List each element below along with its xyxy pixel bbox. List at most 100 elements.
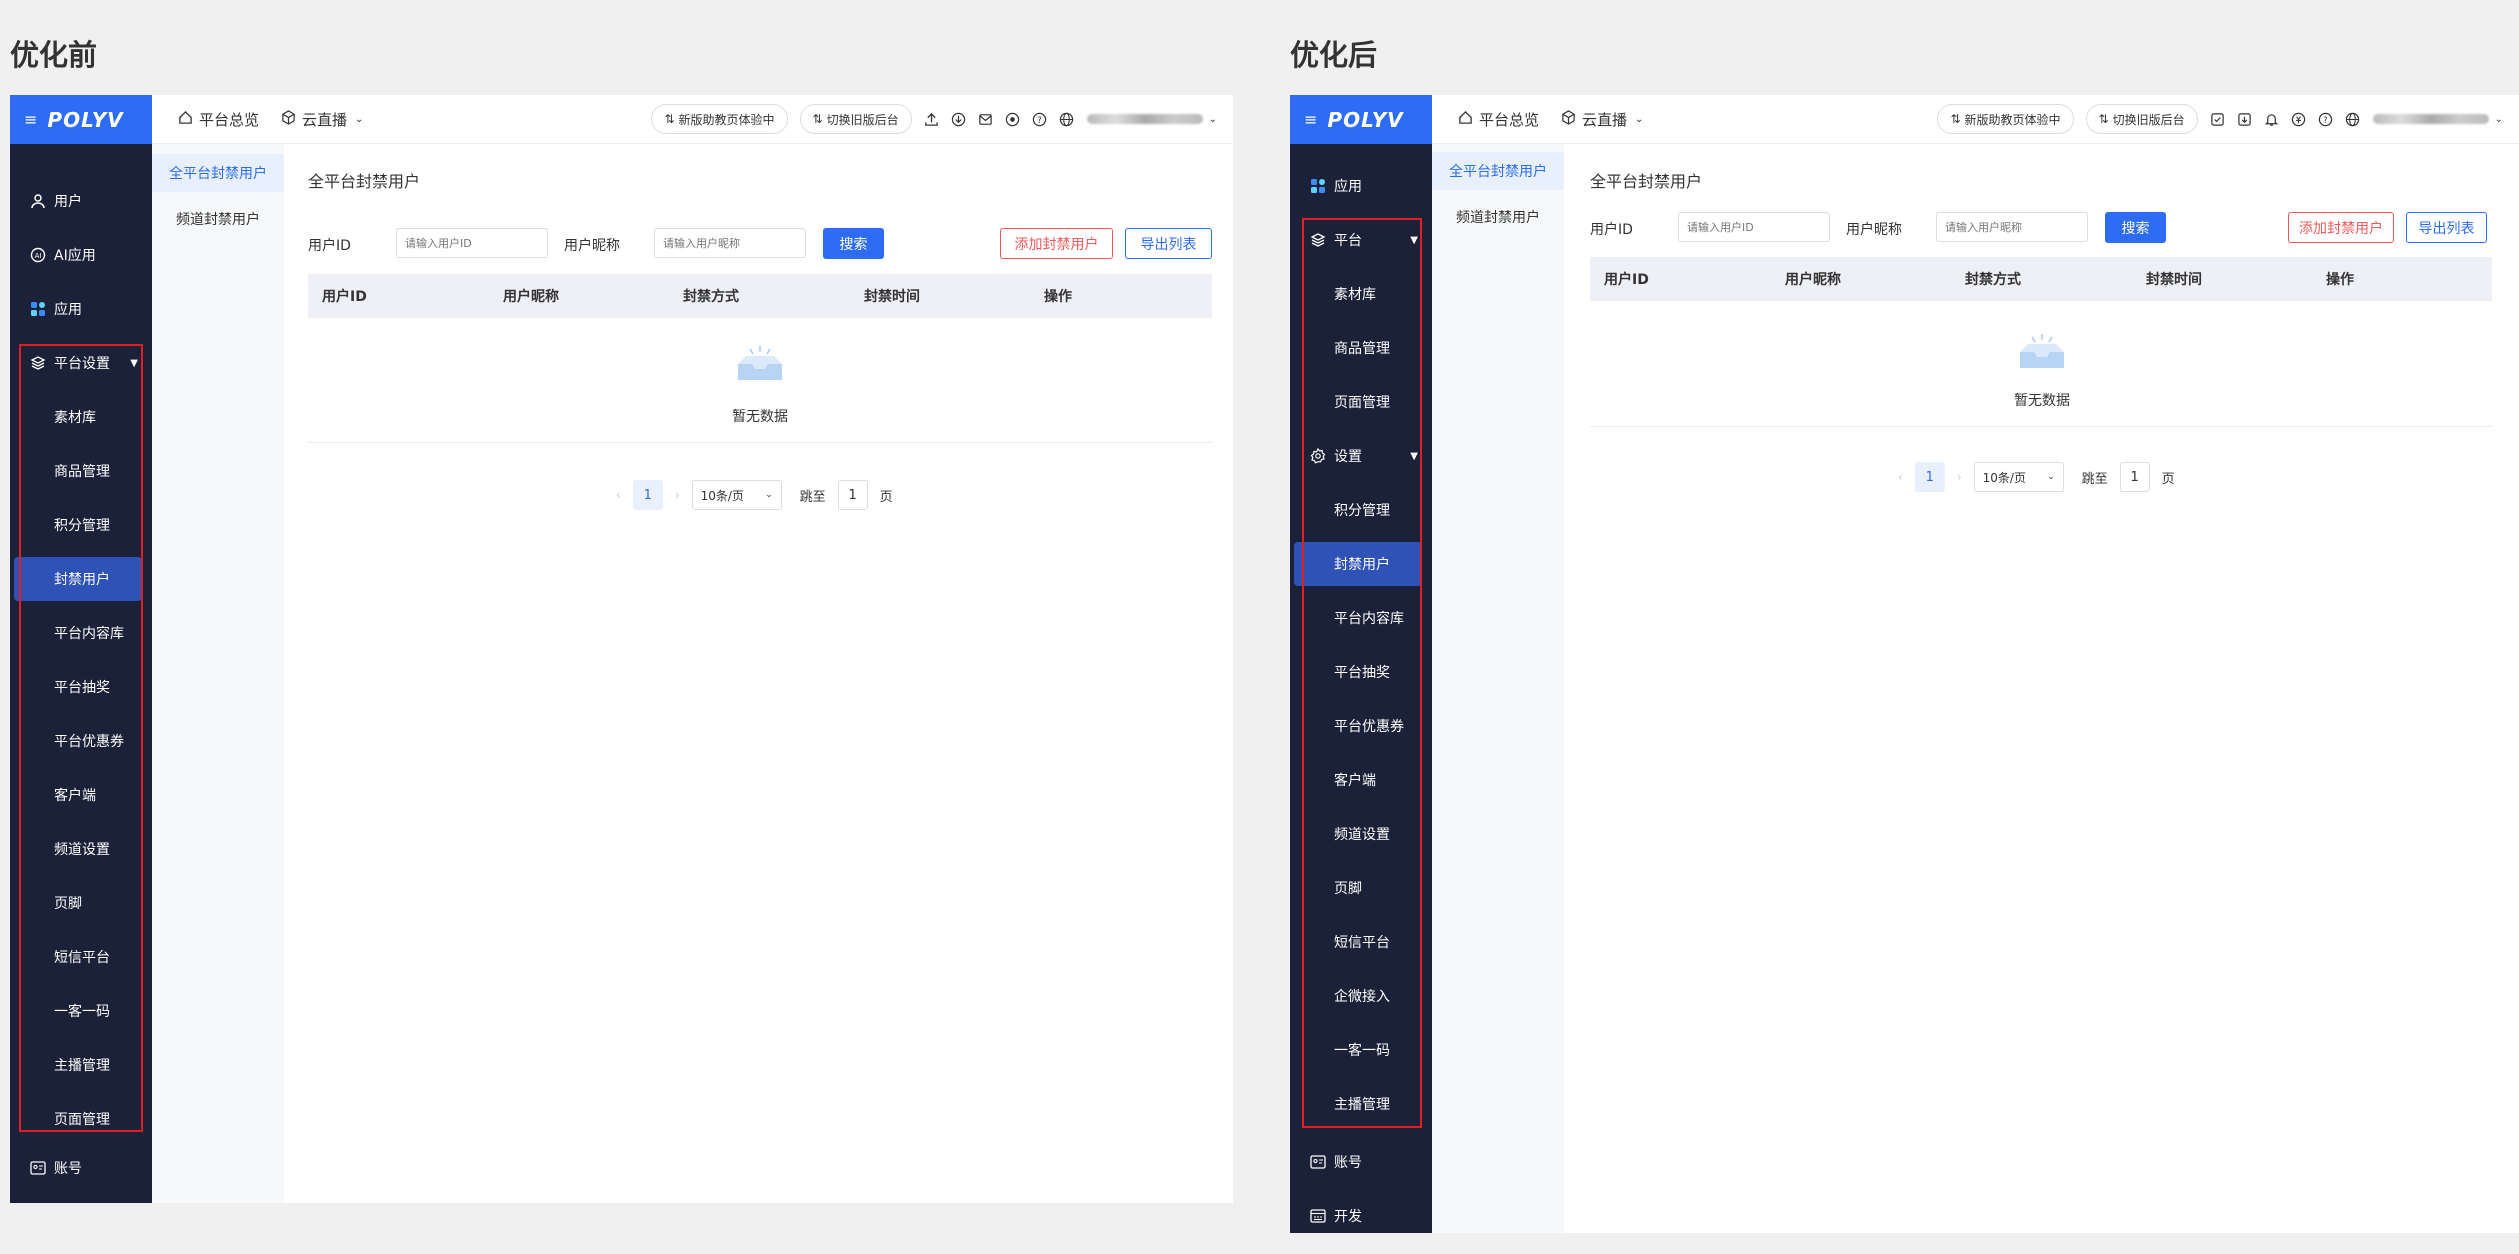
sidebar-item-account[interactable]: 账号 (10, 1141, 152, 1195)
subnav-item-channel[interactable]: 频道封禁用户 (152, 200, 284, 238)
sidebar-item-label: 商品管理 (54, 464, 110, 480)
jump-input[interactable]: 1 (837, 480, 868, 510)
nickname-input[interactable] (1936, 212, 2088, 242)
sidebar-item[interactable]: 商品管理 (1290, 321, 1432, 375)
subnav-item-all-platform[interactable]: 全平台封禁用户 (152, 154, 284, 192)
sidebar-item[interactable]: 企微接入 (1290, 969, 1432, 1023)
chevron-left-icon[interactable]: ‹ (616, 488, 621, 502)
sidebar-item-label: 客户端 (1334, 773, 1376, 789)
sidebar-item-apps[interactable]: 应用 (10, 282, 152, 336)
nav-cloud-live[interactable]: 云直播 ⌄ (281, 109, 363, 130)
nickname-input[interactable] (654, 228, 806, 258)
sidebar-item[interactable]: 客户端 (10, 768, 152, 822)
sidebar-group-platform[interactable]: 平台 ▼ (1290, 213, 1432, 267)
user-id-input[interactable] (396, 228, 548, 258)
avatar[interactable] (1086, 114, 1203, 124)
sidebar-item-user[interactable]: 用户 (10, 174, 152, 228)
add-banned-user-button[interactable]: 添加封禁用户 (2288, 212, 2394, 243)
jump-input[interactable]: 1 (2119, 462, 2150, 492)
sidebar-item[interactable]: 平台内容库 (10, 606, 152, 660)
sidebar-item[interactable]: 页脚 (10, 876, 152, 930)
chevron-right-icon[interactable]: › (1957, 470, 1962, 484)
help-icon[interactable]: ? (1032, 111, 1048, 127)
avatar[interactable] (2372, 114, 2489, 124)
top-bar: 平台总览 云直播 ⌄ ⇅ 新版助教页体验中 ⇅ 切换旧版后台 ? ⌄ (1432, 95, 2519, 144)
sidebar-item[interactable]: 短信平台 (1290, 915, 1432, 969)
coin-icon[interactable] (2291, 111, 2307, 127)
sidebar-item[interactable]: 素材库 (10, 390, 152, 444)
page-number[interactable]: 1 (1914, 462, 1945, 492)
export-list-button[interactable]: 导出列表 (2406, 212, 2487, 243)
sidebar-item[interactable]: 客户端 (1290, 753, 1432, 807)
sidebar-item[interactable]: 短信平台 (10, 930, 152, 984)
globe-icon[interactable] (2345, 111, 2361, 127)
sidebar-item[interactable]: 一客一码 (10, 984, 152, 1038)
mail-icon[interactable] (978, 111, 994, 127)
top-bar: 平台总览 云直播 ⌄ ⇅ 新版助教页体验中 ⇅ 切换旧版后台 ? ⌄ (152, 95, 1233, 144)
sidebar-group-platform-settings[interactable]: 平台设置 ▼ (10, 336, 152, 390)
sidebar-item[interactable]: 主播管理 (1290, 1077, 1432, 1131)
nav-platform-overview[interactable]: 平台总览 (1458, 109, 1539, 130)
sidebar-item[interactable]: 页面管理 (10, 1092, 152, 1146)
download-icon[interactable] (2237, 111, 2253, 127)
sidebar-item-active[interactable]: 封禁用户 (14, 557, 142, 601)
chevron-left-icon[interactable]: ‹ (1898, 470, 1903, 484)
sidebar-item[interactable]: 积分管理 (1290, 483, 1432, 537)
subnav-item-all-platform[interactable]: 全平台封禁用户 (1432, 152, 1564, 190)
new-assistant-pill[interactable]: ⇅ 新版助教页体验中 (651, 104, 788, 134)
hamburger-icon[interactable]: ≡ (24, 110, 37, 129)
nav-cloud-live[interactable]: 云直播 ⌄ (1561, 109, 1643, 130)
sidebar-item-account[interactable]: 账号 (1290, 1135, 1432, 1189)
search-button[interactable]: 搜索 (2105, 212, 2166, 243)
sidebar-item[interactable]: 商品管理 (10, 444, 152, 498)
chevron-down-icon[interactable]: ⌄ (1209, 114, 1217, 125)
export-list-button[interactable]: 导出列表 (1125, 228, 1212, 259)
subnav-item-channel[interactable]: 频道封禁用户 (1432, 198, 1564, 236)
task-icon[interactable] (2210, 111, 2226, 127)
sidebar-item[interactable]: 一客一码 (1290, 1023, 1432, 1077)
hamburger-icon[interactable]: ≡ (1304, 110, 1317, 129)
sidebar-item-ai-app[interactable]: AI AI应用 (10, 228, 152, 282)
nav-platform-overview[interactable]: 平台总览 (178, 109, 259, 130)
search-button[interactable]: 搜索 (823, 228, 884, 259)
sidebar-item[interactable]: 素材库 (1290, 267, 1432, 321)
pill-label: 切换旧版后台 (2112, 112, 2185, 127)
switch-old-pill[interactable]: ⇅ 切换旧版后台 (2085, 104, 2198, 134)
sidebar-item-label: 平台抽奖 (1334, 665, 1390, 681)
page-size-select[interactable]: 10条/页 ⌄ (1973, 462, 2064, 492)
sidebar-item-active[interactable]: 封禁用户 (1294, 542, 1422, 586)
sidebar-item-dev[interactable]: 开发 (1290, 1189, 1432, 1233)
help-icon[interactable]: ? (2318, 111, 2334, 127)
globe-icon[interactable] (1059, 111, 1075, 127)
sidebar-item-apps[interactable]: 应用 (1290, 159, 1432, 213)
add-banned-user-button[interactable]: 添加封禁用户 (1000, 228, 1113, 259)
sidebar-item[interactable]: 平台优惠券 (10, 714, 152, 768)
chevron-right-icon[interactable]: › (675, 488, 680, 502)
empty-box-icon (738, 346, 782, 380)
new-assistant-pill[interactable]: ⇅ 新版助教页体验中 (1937, 104, 2074, 134)
sidebar-item[interactable]: 平台优惠券 (1290, 699, 1432, 753)
page-size-select[interactable]: 10条/页 ⌄ (691, 480, 782, 510)
sidebar-item[interactable]: 页面管理 (1290, 375, 1432, 429)
sidebar-item[interactable]: 积分管理 (10, 498, 152, 552)
sidebar-item[interactable]: 频道设置 (10, 822, 152, 876)
sidebar-item[interactable]: 平台抽奖 (1290, 645, 1432, 699)
chevron-down-icon[interactable]: ⌄ (2495, 114, 2503, 125)
page-number[interactable]: 1 (632, 480, 663, 510)
sidebar-item[interactable]: 频道设置 (1290, 807, 1432, 861)
sidebar-group-settings[interactable]: 设置 ▼ (1290, 429, 1432, 483)
download-icon[interactable] (951, 111, 967, 127)
switch-old-pill[interactable]: ⇅ 切换旧版后台 (799, 104, 912, 134)
chevron-down-icon: ▼ (130, 357, 138, 369)
coin-icon[interactable] (1005, 111, 1021, 127)
user-id-input[interactable] (1678, 212, 1830, 242)
sidebar-item[interactable]: 平台抽奖 (10, 660, 152, 714)
upload-icon[interactable] (924, 111, 940, 127)
sidebar-item[interactable]: 平台内容库 (1290, 591, 1432, 645)
sidebar-group-label: 平台设置 (54, 356, 110, 372)
main-content: 全平台封禁用户 用户ID 用户昵称 搜索 添加封禁用户 导出列表 用户ID 用户… (284, 144, 1233, 1203)
bell-icon[interactable] (2264, 111, 2280, 127)
sidebar-item[interactable]: 主播管理 (10, 1038, 152, 1092)
sidebar-item[interactable]: 页脚 (1290, 861, 1432, 915)
column-header: 用户ID (1604, 272, 1649, 288)
